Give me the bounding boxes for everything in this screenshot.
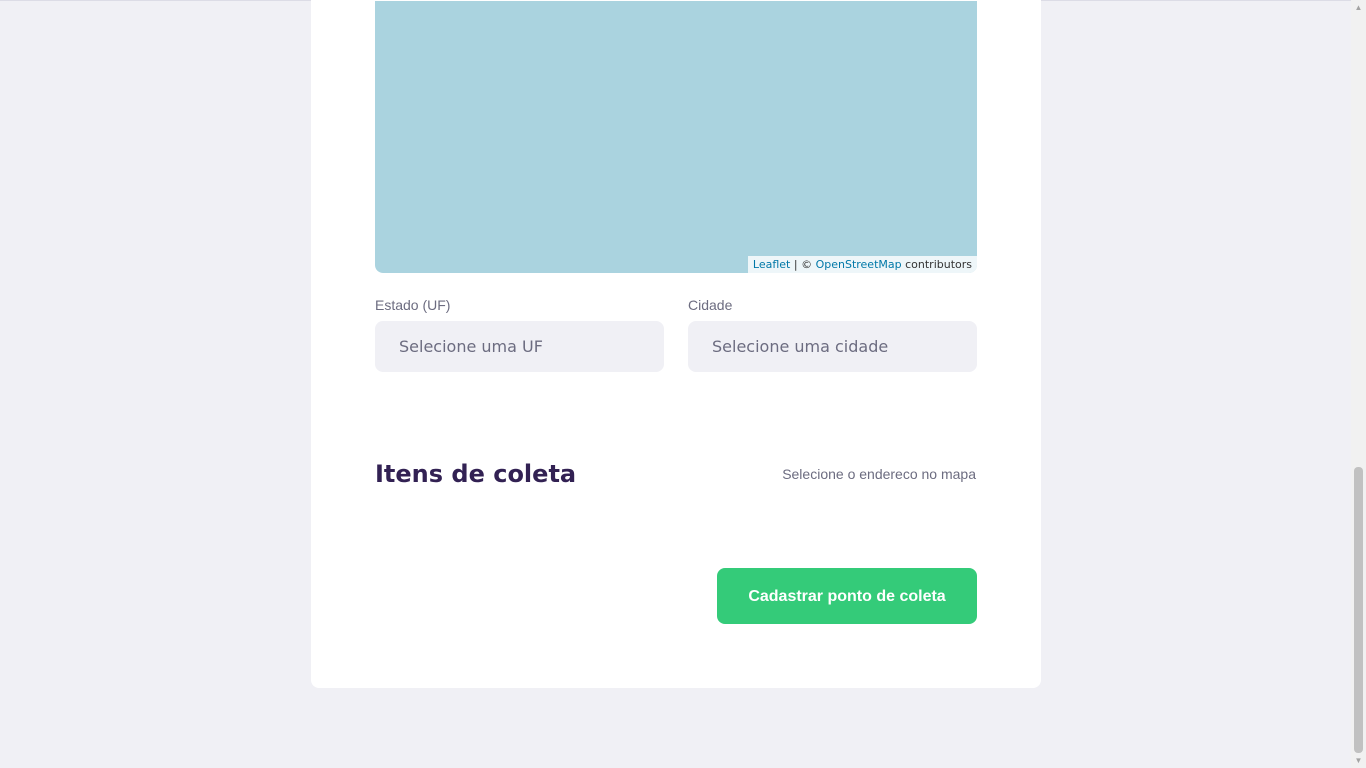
city-select[interactable]: Selecione uma cidade — [688, 321, 977, 372]
vertical-scrollbar[interactable]: ▲ ▼ — [1351, 0, 1366, 768]
openstreetmap-link[interactable]: OpenStreetMap — [816, 258, 902, 271]
location-map[interactable]: Leaflet | © OpenStreetMap contributors — [375, 1, 977, 273]
items-section-hint: Selecione o endereco no mapa — [782, 466, 976, 482]
attribution-separator: | © — [790, 258, 816, 271]
scrollbar-thumb[interactable] — [1354, 467, 1363, 753]
leaflet-link[interactable]: Leaflet — [753, 258, 790, 271]
city-label: Cidade — [688, 297, 733, 313]
page-viewport: Leaflet | © OpenStreetMap contributors E… — [0, 0, 1366, 768]
submit-button[interactable]: Cadastrar ponto de coleta — [717, 568, 977, 624]
state-select[interactable]: Selecione uma UF — [375, 321, 664, 372]
attribution-contributors: contributors — [901, 258, 972, 271]
state-label: Estado (UF) — [375, 297, 451, 313]
scroll-down-icon[interactable]: ▼ — [1351, 753, 1366, 768]
items-section-title: Itens de coleta — [375, 460, 577, 488]
map-attribution: Leaflet | © OpenStreetMap contributors — [747, 256, 977, 273]
scroll-up-icon[interactable]: ▲ — [1351, 0, 1366, 15]
